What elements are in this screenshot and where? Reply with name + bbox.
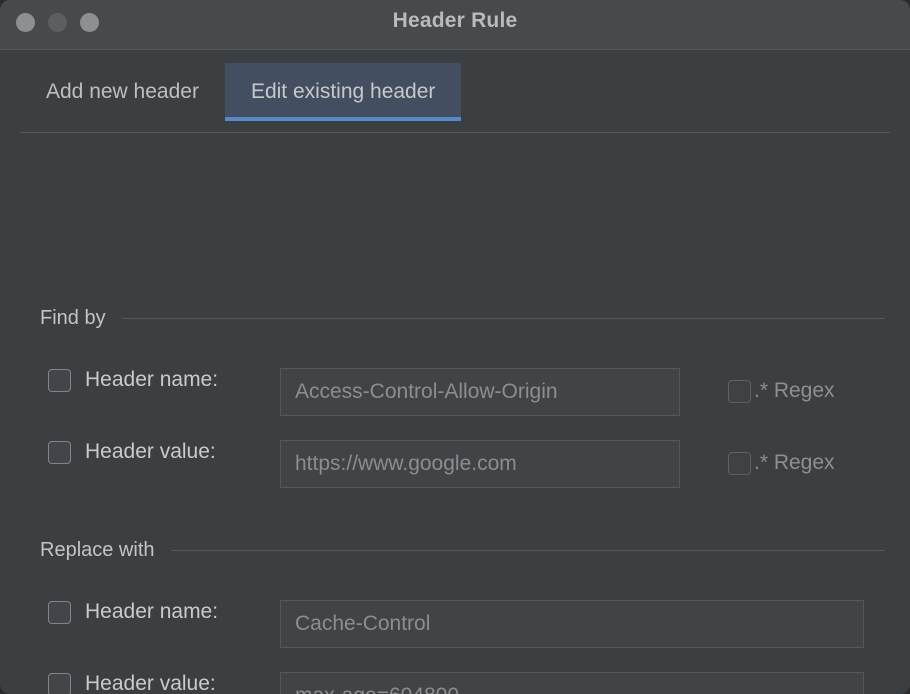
tab-bar: Add new header Edit existing header — [0, 50, 910, 135]
regex-find-header-value: .* Regex — [728, 451, 835, 475]
section-header-find-by: Find by — [40, 307, 885, 330]
checkbox-find-header-value[interactable] — [48, 441, 71, 464]
label-find-header-name: Header name: — [85, 368, 218, 392]
label-replace-header-value: Header value: — [85, 672, 216, 694]
row-find-header-value: Header value: — [48, 440, 216, 464]
input-replace-header-value[interactable]: max-age=604800 — [280, 672, 864, 694]
checkbox-replace-header-value[interactable] — [48, 673, 71, 694]
section-header-replace-with: Replace with — [40, 539, 885, 562]
checkbox-find-header-name[interactable] — [48, 369, 71, 392]
tab-edit-existing-header-label: Edit existing header — [251, 80, 435, 104]
input-replace-header-name[interactable]: Cache-Control — [280, 600, 864, 648]
row-find-header-name: Header name: — [48, 368, 218, 392]
header-rule-dialog: Header Rule Add new header Edit existing… — [0, 0, 910, 694]
tab-bar-divider — [20, 132, 890, 133]
title-bar: Header Rule — [0, 0, 910, 50]
input-find-header-name[interactable]: Access-Control-Allow-Origin — [280, 368, 680, 416]
label-replace-header-name: Header name: — [85, 600, 218, 624]
checkbox-regex-find-header-value[interactable] — [728, 452, 751, 475]
checkbox-regex-find-header-name[interactable] — [728, 380, 751, 403]
tab-add-new-header-label: Add new header — [46, 80, 199, 104]
regex-find-header-name: .* Regex — [728, 379, 835, 403]
section-title-find-by: Find by — [40, 307, 106, 330]
window-title: Header Rule — [0, 9, 910, 33]
section-title-replace-with: Replace with — [40, 539, 155, 562]
section-divider-find-by — [122, 318, 885, 319]
tab-edit-existing-header[interactable]: Edit existing header — [225, 63, 461, 121]
input-find-header-value[interactable]: https://www.google.com — [280, 440, 680, 488]
section-divider-replace-with — [171, 550, 885, 551]
label-find-header-value: Header value: — [85, 440, 216, 464]
checkbox-replace-header-name[interactable] — [48, 601, 71, 624]
label-regex-find-header-value: .* Regex — [754, 451, 835, 475]
label-regex-find-header-name: .* Regex — [754, 379, 835, 403]
tab-add-new-header[interactable]: Add new header — [20, 63, 225, 121]
row-replace-header-name: Header name: — [48, 600, 218, 624]
row-replace-header-value: Header value: — [48, 672, 216, 694]
